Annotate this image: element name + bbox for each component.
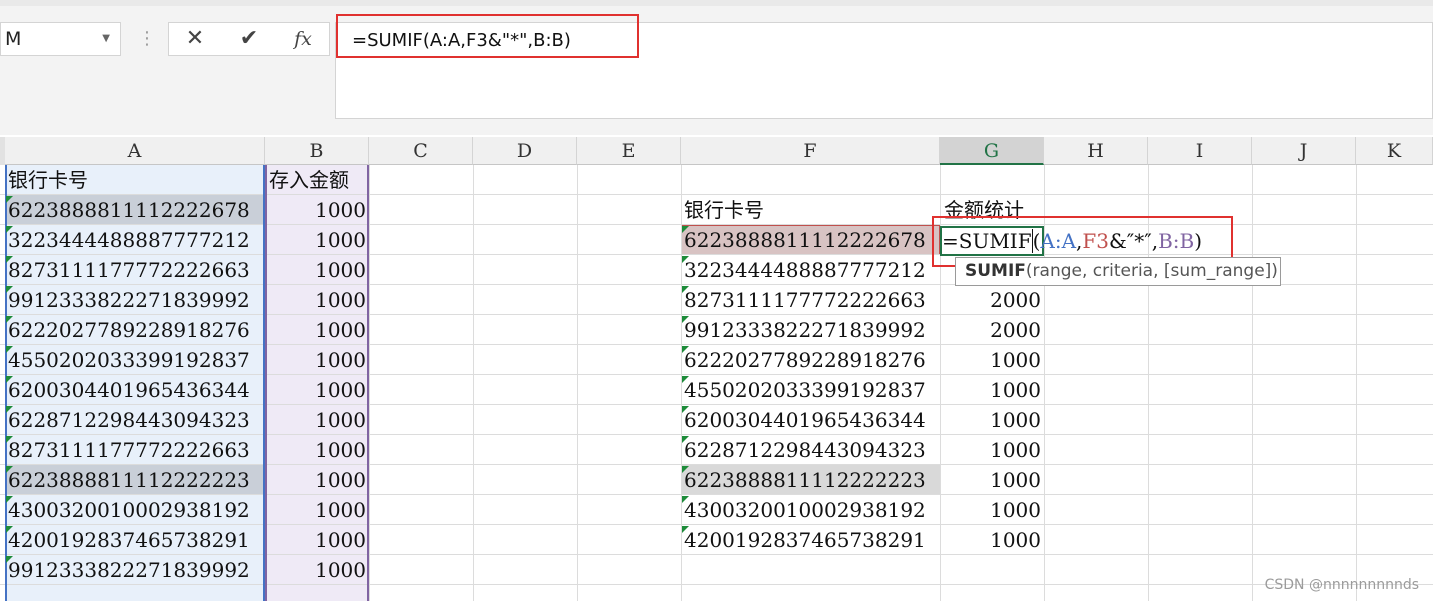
amount-cell-b[interactable]: 1000 (265, 375, 369, 405)
column-header-f[interactable]: F (681, 137, 940, 165)
amount-cell-b[interactable]: 1000 (265, 285, 369, 315)
error-indicator-icon (682, 286, 689, 293)
name-box[interactable]: M ▼ (0, 22, 121, 56)
amount-cell-b[interactable]: 1000 (265, 435, 369, 465)
column-header-d[interactable]: D (473, 137, 577, 165)
column-header-i[interactable]: I (1148, 137, 1252, 165)
card-cell-a[interactable]: 8273111177772222663 (5, 435, 265, 465)
error-indicator-icon (6, 316, 13, 323)
error-indicator-icon (6, 526, 13, 533)
error-indicator-icon (6, 226, 13, 233)
chevron-down-icon[interactable]: ▼ (102, 23, 110, 55)
column-header-k[interactable]: K (1356, 137, 1433, 165)
error-indicator-icon (6, 256, 13, 263)
function-tooltip[interactable]: SUMIF(range, criteria, [sum_range]) (955, 257, 1281, 286)
card-cell-f[interactable]: 6223888811112222223 (681, 465, 940, 495)
total-cell-g[interactable]: 1000 (940, 525, 1044, 555)
amount-cell-b[interactable]: 1000 (265, 225, 369, 255)
total-cell-g[interactable]: 1000 (940, 495, 1044, 525)
card-cell-a[interactable]: 6200304401965436344 (5, 375, 265, 405)
error-indicator-icon (6, 196, 13, 203)
error-indicator-icon (682, 346, 689, 353)
error-indicator-icon (6, 466, 13, 473)
card-cell-a[interactable]: 4300320010002938192 (5, 495, 265, 525)
cancel-icon[interactable]: ✕ (173, 23, 217, 55)
card-cell-a[interactable]: 9912333822271839992 (5, 285, 265, 315)
error-indicator-icon (6, 436, 13, 443)
total-cell-g[interactable]: 2000 (940, 315, 1044, 345)
tooltip-args: (range, criteria, [sum_range]) (1025, 261, 1278, 281)
error-indicator-icon (6, 406, 13, 413)
header-amount-b[interactable]: 存入金额 (265, 165, 369, 195)
error-indicator-icon (682, 466, 689, 473)
card-cell-a[interactable]: 6223888811112222678 (5, 195, 265, 225)
column-header-e[interactable]: E (577, 137, 681, 165)
error-indicator-icon (6, 496, 13, 503)
card-cell-f[interactable]: 4200192837465738291 (681, 525, 940, 555)
card-cell-f[interactable]: 6223888811112222678 (681, 225, 940, 255)
drag-handle-icon[interactable]: ⋮ (138, 24, 156, 54)
card-cell-a[interactable]: 6222027789228918276 (5, 315, 265, 345)
card-cell-f[interactable]: 8273111177772222663 (681, 285, 940, 315)
amount-cell-b[interactable]: 1000 (265, 195, 369, 225)
error-indicator-icon (682, 316, 689, 323)
watermark: CSDN @nnnnnnnnnds (1264, 577, 1419, 593)
error-indicator-icon (682, 406, 689, 413)
total-cell-g[interactable]: 2000 (940, 285, 1044, 315)
card-cell-f[interactable]: 4550202033399192837 (681, 375, 940, 405)
insert-function-icon[interactable]: fx (281, 23, 325, 55)
column-header-h[interactable]: H (1044, 137, 1148, 165)
error-indicator-icon (682, 376, 689, 383)
amount-cell-b[interactable]: 1000 (265, 315, 369, 345)
error-indicator-icon (682, 436, 689, 443)
card-cell-f[interactable]: 6200304401965436344 (681, 405, 940, 435)
card-cell-a[interactable]: 6228712298443094323 (5, 405, 265, 435)
error-indicator-icon (682, 496, 689, 503)
error-indicator-icon (6, 376, 13, 383)
error-indicator-icon (6, 346, 13, 353)
header-card-f[interactable]: 银行卡号 (681, 195, 940, 225)
error-indicator-icon (6, 556, 13, 563)
error-indicator-icon (682, 226, 689, 233)
column-header-j[interactable]: J (1252, 137, 1356, 165)
enter-icon[interactable]: ✔ (227, 23, 271, 55)
card-cell-a[interactable]: 4550202033399192837 (5, 345, 265, 375)
name-box-value: M (5, 28, 22, 50)
formula-buttons: ✕ ✔ fx (168, 22, 330, 56)
header-card-a[interactable]: 银行卡号 (5, 165, 265, 195)
card-cell-f[interactable]: 9912333822271839992 (681, 315, 940, 345)
total-cell-g[interactable]: 1000 (940, 345, 1044, 375)
card-cell-f[interactable]: 6222027789228918276 (681, 345, 940, 375)
amount-cell-b[interactable]: 1000 (265, 345, 369, 375)
error-indicator-icon (6, 286, 13, 293)
error-indicator-icon (682, 526, 689, 533)
total-cell-g[interactable]: 1000 (940, 465, 1044, 495)
total-cell-g[interactable]: 1000 (940, 375, 1044, 405)
card-cell-a[interactable]: 9912333822271839992 (5, 555, 265, 585)
amount-cell-b[interactable]: 1000 (265, 405, 369, 435)
card-cell-f[interactable]: 4300320010002938192 (681, 495, 940, 525)
select-all-corner[interactable] (0, 137, 5, 165)
column-header-g[interactable]: G (940, 137, 1044, 165)
amount-cell-b[interactable]: 1000 (265, 255, 369, 285)
amount-cell-b[interactable]: 1000 (265, 525, 369, 555)
card-cell-a[interactable]: 6223888811112222223 (5, 465, 265, 495)
card-cell-a[interactable]: 8273111177772222663 (5, 255, 265, 285)
amount-cell-b[interactable]: 1000 (265, 555, 369, 585)
total-cell-g[interactable]: 1000 (940, 405, 1044, 435)
column-header-b[interactable]: B (265, 137, 369, 165)
column-header-c[interactable]: C (369, 137, 473, 165)
card-cell-f[interactable]: 6228712298443094323 (681, 435, 940, 465)
tooltip-function-name[interactable]: SUMIF (965, 261, 1026, 281)
error-indicator-icon (682, 256, 689, 263)
amount-cell-b[interactable]: 1000 (265, 495, 369, 525)
column-header-a[interactable]: A (5, 137, 265, 165)
amount-cell-b[interactable]: 1000 (265, 465, 369, 495)
total-cell-g[interactable]: 1000 (940, 435, 1044, 465)
formula-highlight-box (336, 14, 639, 58)
card-cell-f[interactable]: 3223444488887777212 (681, 255, 940, 285)
card-cell-a[interactable]: 3223444488887777212 (5, 225, 265, 255)
card-cell-a[interactable]: 4200192837465738291 (5, 525, 265, 555)
